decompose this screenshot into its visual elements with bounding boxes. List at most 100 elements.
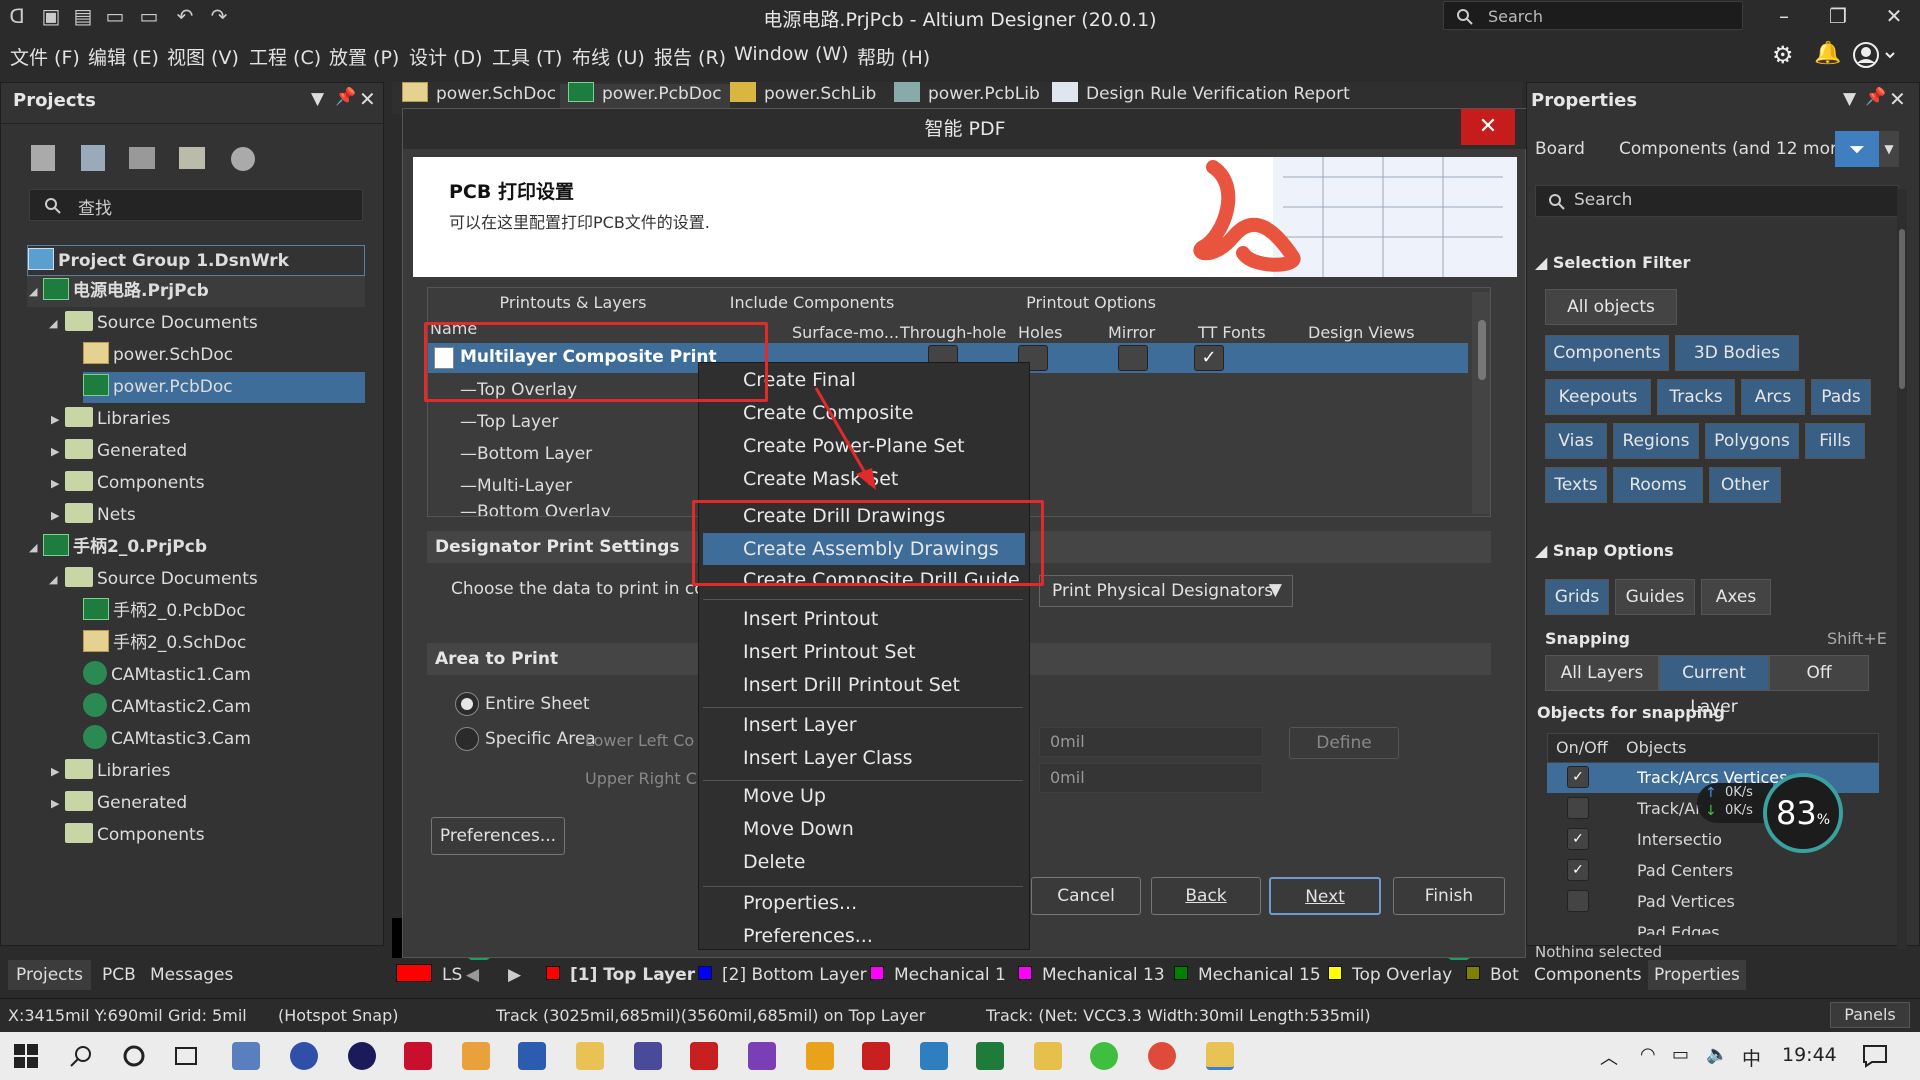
terminal-app-icon[interactable] [920, 1042, 948, 1070]
design-views-checkbox[interactable]: ✓ [1194, 345, 1224, 371]
filter-other-button[interactable]: Other [1709, 467, 1781, 503]
rss-app-icon[interactable] [404, 1042, 432, 1070]
menu-place[interactable]: 放置 (P) [329, 43, 399, 70]
back-button[interactable]: Back [1151, 877, 1261, 915]
notifications-bell-icon[interactable]: 🔔 [1814, 41, 1841, 66]
layer-tab-current[interactable]: LS [396, 961, 462, 989]
menu-edit[interactable]: 编辑 (E) [88, 43, 159, 70]
menu-insert-layer-class[interactable]: Insert Layer Class [743, 747, 913, 769]
tree-item-handle-project[interactable]: ◢ 手柄2_0.PrjPcb [27, 532, 365, 563]
designator-select[interactable]: Print Physical Designators ▼ [1039, 575, 1293, 607]
filter-arcs-button[interactable]: Arcs [1741, 379, 1805, 415]
tree-item-generated[interactable]: ▶ Generated [27, 436, 365, 467]
layer-tab-top-overlay[interactable]: Top Overlay [1328, 961, 1452, 989]
snap-grids-button[interactable]: Grids [1545, 579, 1609, 615]
snap-current-layer-button[interactable]: Current Layer [1659, 655, 1769, 717]
projects-search-input[interactable]: 查找 [29, 189, 363, 221]
tree-item-handle-pcbdoc[interactable]: 手柄2_0.PcbDoc [27, 596, 365, 627]
layer-tab-top[interactable]: [1] Top Layer [546, 961, 695, 989]
menu-reports[interactable]: 报告 (R) [654, 43, 726, 70]
selection-filter-header[interactable]: ◢ Selection Filter [1535, 253, 1690, 272]
tray-expand-icon[interactable]: ︿ [1600, 1044, 1618, 1070]
wifi-icon[interactable]: ◠ [1640, 1044, 1656, 1065]
tree-item-power-project[interactable]: ◢ 电源电路.PrjPcb [27, 276, 365, 307]
layer-scroll-left-icon[interactable]: ◀ [466, 961, 479, 989]
tree-item-nets[interactable]: ▶ Nets [27, 500, 365, 531]
layer-scroll-right-icon[interactable]: ▶ [508, 961, 521, 989]
excel-app-icon[interactable] [976, 1042, 1004, 1070]
layer-tab-mech13[interactable]: Mechanical 13 [1018, 961, 1165, 989]
file-explorer-icon[interactable] [1034, 1042, 1062, 1070]
battery-icon[interactable]: ▭ [1672, 1044, 1689, 1065]
menu-design[interactable]: 设计 (D) [409, 43, 483, 70]
specific-area-radio[interactable] [455, 727, 479, 751]
cancel-button[interactable]: Cancel [1031, 877, 1141, 915]
layer-tab-bottom-overlay[interactable]: Bot [1466, 961, 1519, 989]
cortana-icon[interactable] [122, 1044, 146, 1068]
filter-pads-button[interactable]: Pads [1811, 379, 1871, 415]
open-project-icon[interactable]: ▭ [136, 4, 162, 28]
grid-scrollbar[interactable] [1472, 292, 1490, 514]
tt-fonts-checkbox[interactable] [1118, 345, 1148, 371]
ime-indicator[interactable]: 中 [1742, 1044, 1761, 1071]
dialog-close-button[interactable]: ✕ [1461, 109, 1515, 145]
filter-texts-button[interactable]: Texts [1545, 467, 1607, 503]
menu-insert-layer[interactable]: Insert Layer [743, 714, 857, 736]
menu-route[interactable]: 布线 (U) [572, 43, 645, 70]
filter-3d-bodies-button[interactable]: 3D Bodies [1675, 335, 1799, 371]
bottom-tab-messages[interactable]: Messages [144, 960, 239, 990]
snap-all-layers-button[interactable]: All Layers [1545, 655, 1659, 691]
tree-item-source-documents[interactable]: ◢ Source Documents [27, 308, 365, 339]
snap-object-checkbox[interactable]: ✓ [1567, 859, 1589, 881]
menu-help[interactable]: 帮助 (H) [857, 43, 930, 70]
notification-center-icon[interactable] [1862, 1044, 1888, 1068]
preferences-button[interactable]: Preferences... [431, 817, 565, 855]
filter-tracks-button[interactable]: Tracks [1657, 379, 1735, 415]
browser-app-icon[interactable] [290, 1042, 318, 1070]
camera-app-icon[interactable] [232, 1042, 260, 1070]
layer-tab-bottom[interactable]: [2] Bottom Layer [698, 961, 867, 989]
filter-keepouts-button[interactable]: Keepouts [1545, 379, 1651, 415]
wechat-app-icon[interactable] [1090, 1042, 1118, 1070]
tree-item-camtastic2[interactable]: CAMtastic2.Cam [27, 692, 365, 723]
qq-app-icon[interactable] [518, 1042, 546, 1070]
taskbar-search-icon[interactable] [68, 1044, 94, 1070]
layer-row[interactable]: —Multi-Layer [460, 476, 572, 496]
layer-row[interactable]: —Top Overlay [460, 380, 577, 400]
menu-create-assembly-drawings[interactable]: Create Assembly Drawings [743, 538, 999, 560]
next-button[interactable]: Next [1269, 877, 1381, 915]
define-button[interactable]: Define [1289, 727, 1399, 759]
snap-guides-button[interactable]: Guides [1615, 579, 1695, 615]
layer-tab-mech1[interactable]: Mechanical 1 [870, 961, 1006, 989]
entire-sheet-radio[interactable] [455, 692, 479, 716]
lower-left-x-field[interactable]: 0mil [1039, 727, 1263, 757]
menu-delete[interactable]: Delete [743, 851, 805, 873]
menu-insert-printout[interactable]: Insert Printout [743, 608, 878, 630]
snap-object-checkbox[interactable]: ✓ [1567, 828, 1589, 850]
office-app-icon[interactable] [462, 1042, 490, 1070]
properties-scrollbar[interactable] [1897, 189, 1907, 949]
bottom-tab-pcb[interactable]: PCB [96, 960, 142, 990]
menu-move-up[interactable]: Move Up [743, 785, 826, 807]
global-search[interactable]: Search [1443, 1, 1743, 30]
tree-item-power-pcbdoc[interactable]: power.PcbDoc [83, 372, 365, 403]
task-view-icon[interactable] [174, 1044, 198, 1068]
layer-row[interactable]: —Bottom Layer [460, 444, 592, 464]
tree-item-source-documents[interactable]: ◢ Source Documents [27, 564, 365, 595]
snap-options-header[interactable]: ◢ Snap Options [1535, 541, 1674, 560]
panel-menu-icon[interactable]: ▼ [311, 89, 324, 109]
filter-rooms-button[interactable]: Rooms [1613, 467, 1703, 503]
panel-menu-icon[interactable]: ▼ [1843, 89, 1856, 109]
calculator-app-icon[interactable] [634, 1042, 662, 1070]
tree-item-project-group[interactable]: Project Group 1.DsnWrk [27, 245, 365, 276]
bottom-tab-components[interactable]: Components [1534, 960, 1642, 990]
layer-row[interactable]: —Top Layer [460, 412, 559, 432]
menu-insert-drill-printout-set[interactable]: Insert Drill Printout Set [743, 674, 960, 696]
filter-polygons-button[interactable]: Polygons [1705, 423, 1799, 459]
menu-create-composite-drill-guide[interactable]: Create Composite Drill Guide [743, 569, 1020, 585]
minimize-button[interactable]: – [1764, 2, 1804, 30]
clock[interactable]: 19:44 [1782, 1044, 1837, 1066]
menu-properties[interactable]: Properties... [743, 892, 857, 914]
menu-preferences[interactable]: Preferences... [743, 925, 873, 947]
menu-create-drill-drawings[interactable]: Create Drill Drawings [743, 505, 945, 527]
